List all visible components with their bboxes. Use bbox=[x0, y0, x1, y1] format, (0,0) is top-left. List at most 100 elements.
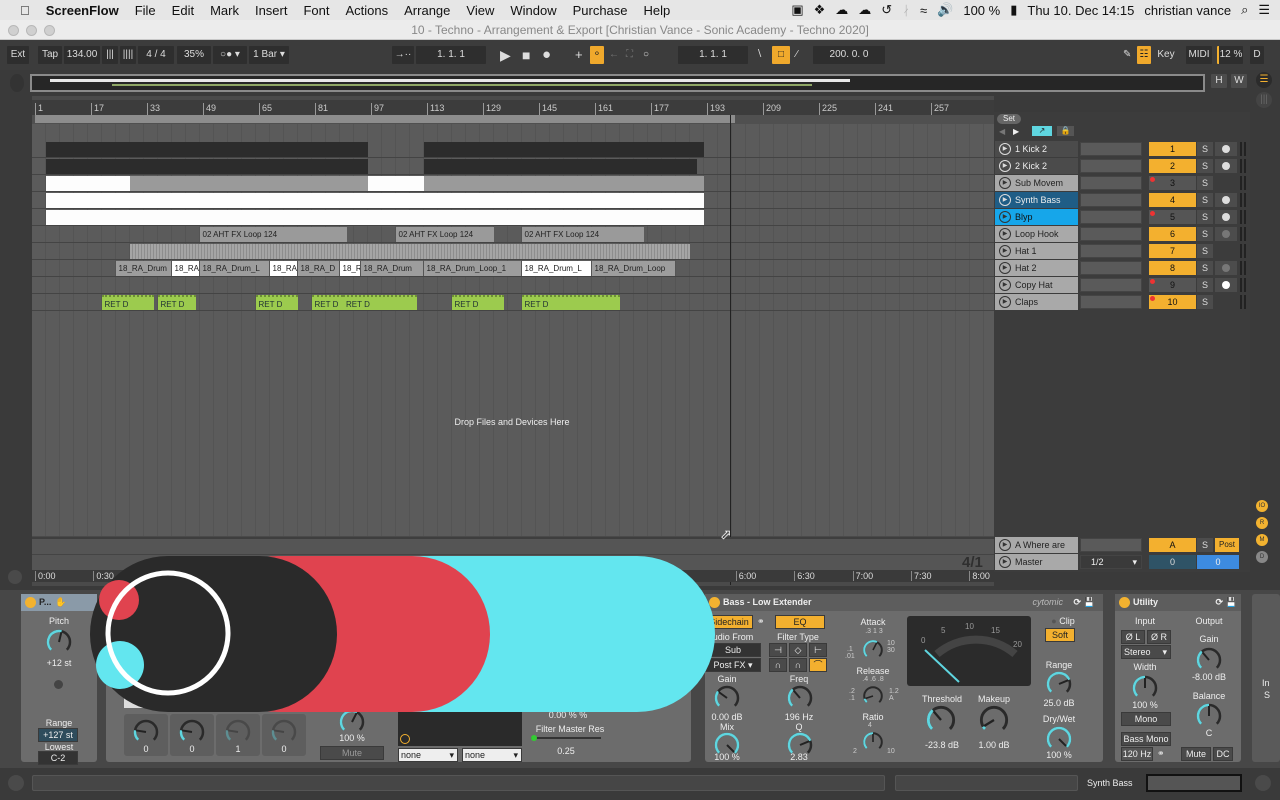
close-window-button[interactable] bbox=[8, 25, 19, 36]
beat-time-ruler[interactable]: 1 17 33 49 65 81 97 113 129 145 161 177 193 209 225 241… bbox=[32, 100, 994, 115]
track-name[interactable]: ▶ A Where are bbox=[995, 537, 1078, 553]
filter-shelf-button[interactable]: ⌒ bbox=[809, 658, 827, 672]
dc-button[interactable]: DC bbox=[1213, 747, 1233, 761]
track-lane[interactable]: RET D RET D RET D RET D RET D RET D RET D bbox=[32, 294, 994, 311]
filter-lowpass-button[interactable]: ⊣ bbox=[769, 643, 787, 657]
track-activator-button[interactable]: 3 bbox=[1149, 176, 1196, 190]
loop-switch-button[interactable]: □ bbox=[772, 46, 790, 64]
loop-start-field[interactable]: 1. 1. 1 bbox=[678, 46, 748, 64]
track-activator-button[interactable]: 10 bbox=[1149, 295, 1196, 309]
track-activator-button[interactable]: 2 bbox=[1149, 159, 1196, 173]
track-io-box[interactable] bbox=[1080, 176, 1142, 190]
track-activator-button[interactable]: 7 bbox=[1149, 244, 1196, 258]
xy-pad[interactable] bbox=[398, 710, 522, 746]
play-button[interactable]: ▶ bbox=[500, 46, 511, 64]
io-toggle-icon[interactable]: ||| bbox=[1256, 92, 1272, 108]
clip[interactable]: 02 AHT FX Loop 124 bbox=[521, 227, 644, 242]
midi-map-button[interactable]: MIDI bbox=[1186, 46, 1212, 64]
cloud-check-icon[interactable]: ☁ bbox=[858, 2, 871, 18]
play-icon[interactable]: ▶ bbox=[999, 279, 1011, 291]
play-icon[interactable]: ▶ bbox=[999, 245, 1011, 257]
macro-knob-3[interactable] bbox=[224, 718, 252, 746]
solo-button[interactable]: S bbox=[1197, 159, 1213, 173]
post-send-button[interactable]: Post bbox=[1215, 538, 1239, 552]
returns-side-button[interactable]: R bbox=[1256, 517, 1268, 529]
clip[interactable] bbox=[129, 176, 368, 191]
clip[interactable]: 02 AHT FX Loop 124 bbox=[199, 227, 347, 242]
range-knob[interactable] bbox=[1045, 670, 1073, 698]
clip[interactable]: RET D bbox=[521, 295, 620, 310]
device-power-button[interactable] bbox=[25, 597, 36, 608]
io-side-button[interactable]: IO bbox=[1256, 500, 1268, 512]
track-lane[interactable] bbox=[32, 175, 994, 192]
solo-button[interactable]: S bbox=[1197, 227, 1213, 241]
tempo-field[interactable]: 134.00 bbox=[64, 46, 100, 64]
menu-mark[interactable]: Mark bbox=[202, 3, 247, 18]
clip[interactable]: RET D bbox=[343, 295, 417, 310]
optimize-width-button[interactable]: W bbox=[1231, 74, 1247, 88]
track-header[interactable]: ▶ 1 Kick 2 1 S bbox=[994, 141, 1250, 158]
clip[interactable]: RET D bbox=[101, 295, 154, 310]
quantize-menu[interactable]: 1 Bar ▾ bbox=[249, 46, 289, 64]
track-lane[interactable] bbox=[32, 192, 994, 209]
notification-center-icon[interactable]: ☰ bbox=[1258, 2, 1270, 18]
track-io-box[interactable] bbox=[1080, 142, 1142, 156]
menu-actions[interactable]: Actions bbox=[338, 3, 397, 18]
phase-right-button[interactable]: Ø R bbox=[1147, 630, 1171, 644]
zoom-window-button[interactable] bbox=[44, 25, 55, 36]
track-header[interactable]: ▶ Loop Hook 6 S bbox=[994, 226, 1250, 243]
track-name[interactable]: ▶ Hat 2 bbox=[995, 260, 1078, 276]
sidechain-gain-knob[interactable] bbox=[713, 684, 741, 712]
clip[interactable] bbox=[423, 159, 697, 174]
clip[interactable]: RET D bbox=[157, 295, 196, 310]
clip[interactable]: RET D bbox=[451, 295, 504, 310]
track-lane[interactable]: 02 AHT FX Loop 124 02 AHT FX Loop 124 02 A… bbox=[32, 226, 994, 243]
track-name[interactable]: ▶ Hat 1 bbox=[995, 243, 1078, 259]
track-header[interactable]: ▶ Synth Bass 4 S bbox=[994, 192, 1250, 209]
clip[interactable] bbox=[129, 244, 690, 259]
return-track-a[interactable]: ▶ A Where are A S Post bbox=[994, 537, 1250, 554]
clip[interactable] bbox=[45, 176, 130, 191]
play-icon[interactable]: ▶ bbox=[999, 539, 1011, 551]
nudge-up-button[interactable]: |||| bbox=[120, 46, 136, 64]
clip[interactable] bbox=[45, 159, 298, 174]
bass-mono-button[interactable]: Bass Mono bbox=[1121, 732, 1171, 746]
xy-handle[interactable] bbox=[400, 734, 410, 744]
info-toggle-icon[interactable] bbox=[8, 775, 24, 791]
track-header[interactable]: ▶ 2 Kick 2 2 S bbox=[994, 158, 1250, 175]
device-title-bar[interactable]: P... ✋ bbox=[21, 594, 97, 611]
clip[interactable]: 18_RA_Drum_L bbox=[199, 261, 270, 276]
arm-button[interactable] bbox=[1215, 278, 1237, 292]
groove-amount-field[interactable]: 35% bbox=[177, 46, 211, 64]
mute-button[interactable]: Mute bbox=[1181, 747, 1211, 761]
attack-knob[interactable] bbox=[862, 639, 884, 661]
clip[interactable] bbox=[367, 176, 424, 191]
optimize-height-button[interactable]: H bbox=[1211, 74, 1227, 88]
master-volume-field[interactable]: 0 bbox=[1149, 555, 1196, 569]
session-record-icon[interactable]: ○ bbox=[643, 46, 649, 64]
computer-midi-keyboard-button[interactable]: ☷ bbox=[1137, 46, 1151, 64]
clip[interactable]: 18_RA bbox=[171, 261, 200, 276]
follow-button[interactable]: →·· bbox=[392, 46, 414, 64]
clip[interactable]: 18_RA_D bbox=[297, 261, 340, 276]
cue-out-select[interactable]: 1/2 ▾ bbox=[1080, 555, 1142, 569]
solo-button[interactable]: S bbox=[1197, 278, 1213, 292]
play-icon[interactable]: ▶ bbox=[999, 296, 1011, 308]
overview-toggle-icon[interactable] bbox=[10, 74, 24, 92]
clip[interactable] bbox=[297, 142, 368, 157]
record-button[interactable]: ● bbox=[542, 46, 551, 64]
track-name[interactable]: ▶ 1 Kick 2 bbox=[995, 141, 1078, 157]
track-header[interactable]: ▶ Blyp 5 S bbox=[994, 209, 1250, 226]
phase-left-button[interactable]: Ø L bbox=[1121, 630, 1145, 644]
track-activator-button[interactable]: 8 bbox=[1149, 261, 1196, 275]
lowest-field[interactable]: C-2 bbox=[38, 751, 78, 765]
clip[interactable]: 18_RA_Drum_Loop bbox=[591, 261, 676, 276]
play-icon[interactable]: ▶ bbox=[999, 194, 1011, 206]
arm-button[interactable] bbox=[1215, 159, 1237, 173]
pitch-knob[interactable] bbox=[45, 628, 73, 656]
track-activator-button[interactable]: 4 bbox=[1149, 193, 1196, 207]
nudge-down-button[interactable]: ||| bbox=[102, 46, 118, 64]
track-name[interactable]: ▶ Blyp bbox=[995, 209, 1078, 225]
track-name[interactable]: ▶ Claps bbox=[995, 294, 1078, 310]
back-to-arrangement-icon[interactable]: ← bbox=[609, 46, 619, 64]
